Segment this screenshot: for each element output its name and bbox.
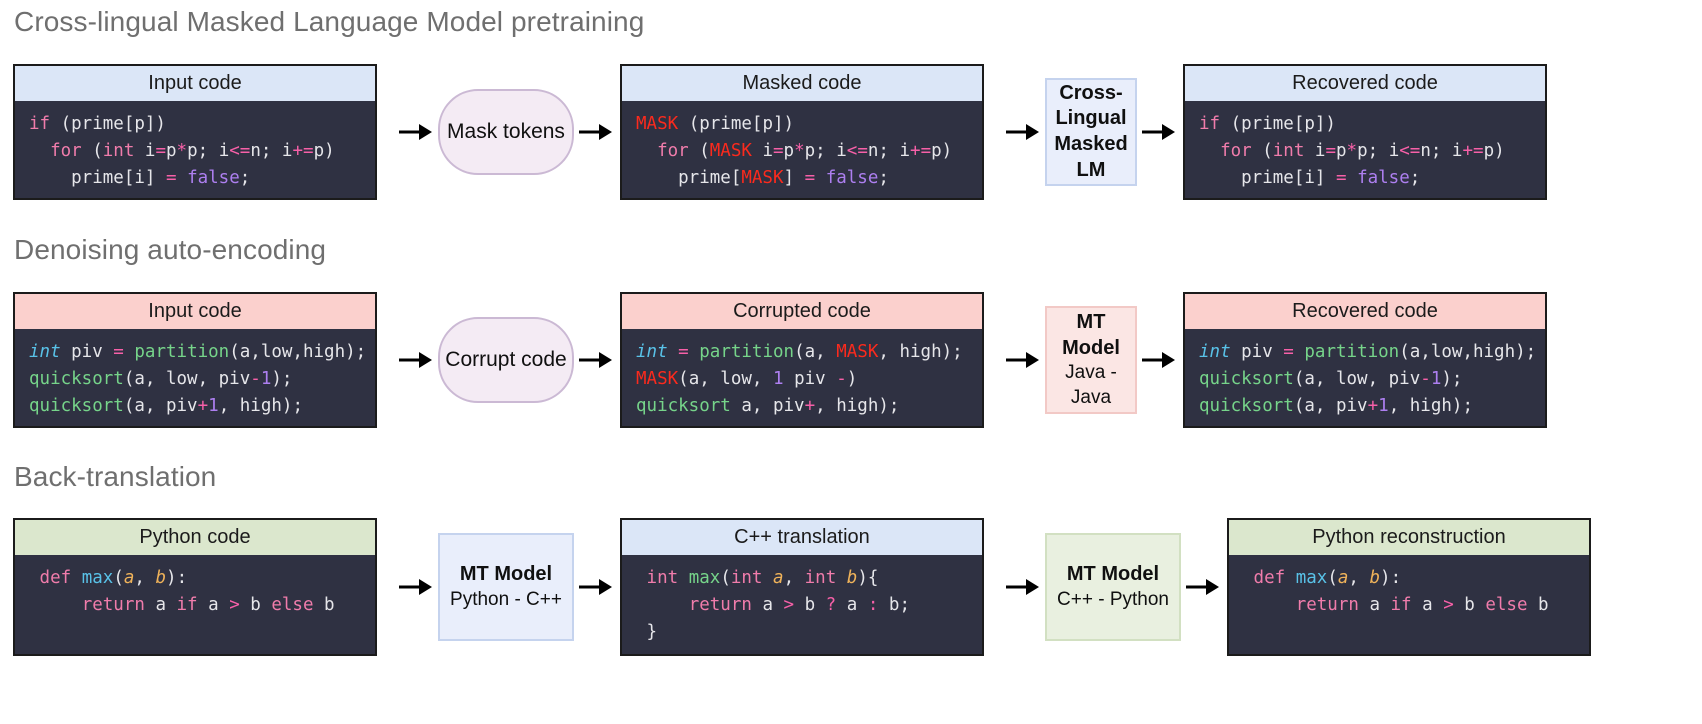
panel-recovered-code-mlm: Recovered code if (prime[p]) for (int i=… (1183, 64, 1547, 200)
panel-python-code: Python code def max(a, b): return a if a… (13, 518, 377, 656)
process-corrupt-code[interactable]: Corrupt code (438, 317, 574, 403)
process-mt-model-python-cpp-line1: MT Model (459, 563, 553, 586)
panel-input-code-dae: Input code int piv = partition(a,low,hig… (13, 292, 377, 428)
pipeline-row-dae: Input code int piv = partition(a,low,hig… (0, 292, 1702, 428)
process-mt-model-cpp-python-line2: C++ - Python (1057, 588, 1169, 610)
code-block-cpp-bt: int max(int a, int b){ return a > b ? a … (646, 568, 910, 642)
section-title-mlm: Cross-lingual Masked Language Model pret… (14, 6, 645, 37)
code-block-input-dae: int piv = partition(a,low,high); quickso… (29, 342, 367, 416)
section-title-dae: Denoising auto-encoding (14, 234, 327, 265)
arrow-right-icon (1003, 119, 1043, 145)
code-block-recovered-dae: int piv = partition(a,low,high); quickso… (1199, 342, 1537, 416)
panel-input-code-mlm: Input code if (prime[p]) for (int i=p*p;… (13, 64, 377, 200)
section-title-bt: Back-translation (14, 461, 217, 492)
process-mt-model-python-cpp-line2: Python - C++ (450, 588, 562, 610)
process-mt-model-python-cpp[interactable]: MT Model Python - C++ (438, 533, 574, 641)
process-mt-model-cpp-python[interactable]: MT Model C++ - Python (1045, 533, 1181, 641)
code-block-corrupted-dae: int = partition(a, MASK, high); MASK(a, … (636, 342, 963, 416)
arrow-right-icon (1139, 347, 1179, 373)
code-block-masked-mlm: MASK (prime[p]) for (MASK i=p*p; i<=n; i… (636, 114, 953, 188)
panel-header-corrupted-code: Corrupted code (622, 294, 982, 329)
panel-header-input-code: Input code (15, 294, 375, 329)
process-mt-model-java-java[interactable]: MT Model Java - Java (1045, 306, 1137, 414)
arrow-right-icon (576, 347, 616, 373)
process-mask-tokens-label: Mask tokens (447, 119, 565, 143)
panel-header-python-code: Python code (15, 520, 375, 555)
panel-header-input-code: Input code (15, 66, 375, 101)
process-cross-lingual-masked-lm-line1: Cross-Lingual (1055, 81, 1127, 130)
code-block-python-reconstruction: def max(a, b): return a if a > b else b (1253, 568, 1549, 615)
arrow-right-icon (396, 119, 436, 145)
process-mask-tokens[interactable]: Mask tokens (438, 89, 574, 175)
process-corrupt-code-label: Corrupt code (445, 347, 567, 371)
arrow-right-icon (1003, 574, 1043, 600)
panel-header-recovered-code: Recovered code (1185, 294, 1545, 329)
pipeline-row-bt: Python code def max(a, b): return a if a… (0, 518, 1702, 656)
panel-python-reconstruction: Python reconstruction def max(a, b): ret… (1227, 518, 1591, 656)
arrow-right-icon (1183, 574, 1223, 600)
arrow-right-icon (1003, 347, 1043, 373)
panel-header-cpp-translation: C++ translation (622, 520, 982, 555)
arrow-right-icon (396, 574, 436, 600)
panel-header-python-reconstruction: Python reconstruction (1229, 520, 1589, 555)
pipeline-row-mlm: Input code if (prime[p]) for (int i=p*p;… (0, 64, 1702, 200)
process-mt-model-java-java-line1: MT Model (1062, 311, 1120, 359)
process-cross-lingual-masked-lm[interactable]: Cross-Lingual Masked LM (1045, 78, 1137, 186)
arrow-right-icon (1139, 119, 1179, 145)
panel-masked-code: Masked code MASK (prime[p]) for (MASK i=… (620, 64, 984, 200)
panel-header-recovered-code: Recovered code (1185, 66, 1545, 101)
arrow-right-icon (576, 574, 616, 600)
panel-cpp-translation: C++ translation int max(int a, int b){ r… (620, 518, 984, 656)
panel-header-masked-code: Masked code (622, 66, 982, 101)
code-block-python-bt: def max(a, b): return a if a > b else b (39, 568, 335, 615)
arrow-right-icon (396, 347, 436, 373)
code-block-input-mlm: if (prime[p]) for (int i=p*p; i<=n; i+=p… (29, 114, 335, 188)
code-block-recovered-mlm: if (prime[p]) for (int i=p*p; i<=n; i+=p… (1199, 114, 1505, 188)
process-mt-model-cpp-python-line1: MT Model (1066, 563, 1160, 586)
process-mt-model-java-java-line2: Java - Java (1065, 362, 1117, 408)
process-cross-lingual-masked-lm-line2: Masked LM (1054, 133, 1128, 181)
panel-corrupted-code: Corrupted code int = partition(a, MASK, … (620, 292, 984, 428)
panel-recovered-code-dae: Recovered code int piv = partition(a,low… (1183, 292, 1547, 428)
arrow-right-icon (576, 119, 616, 145)
